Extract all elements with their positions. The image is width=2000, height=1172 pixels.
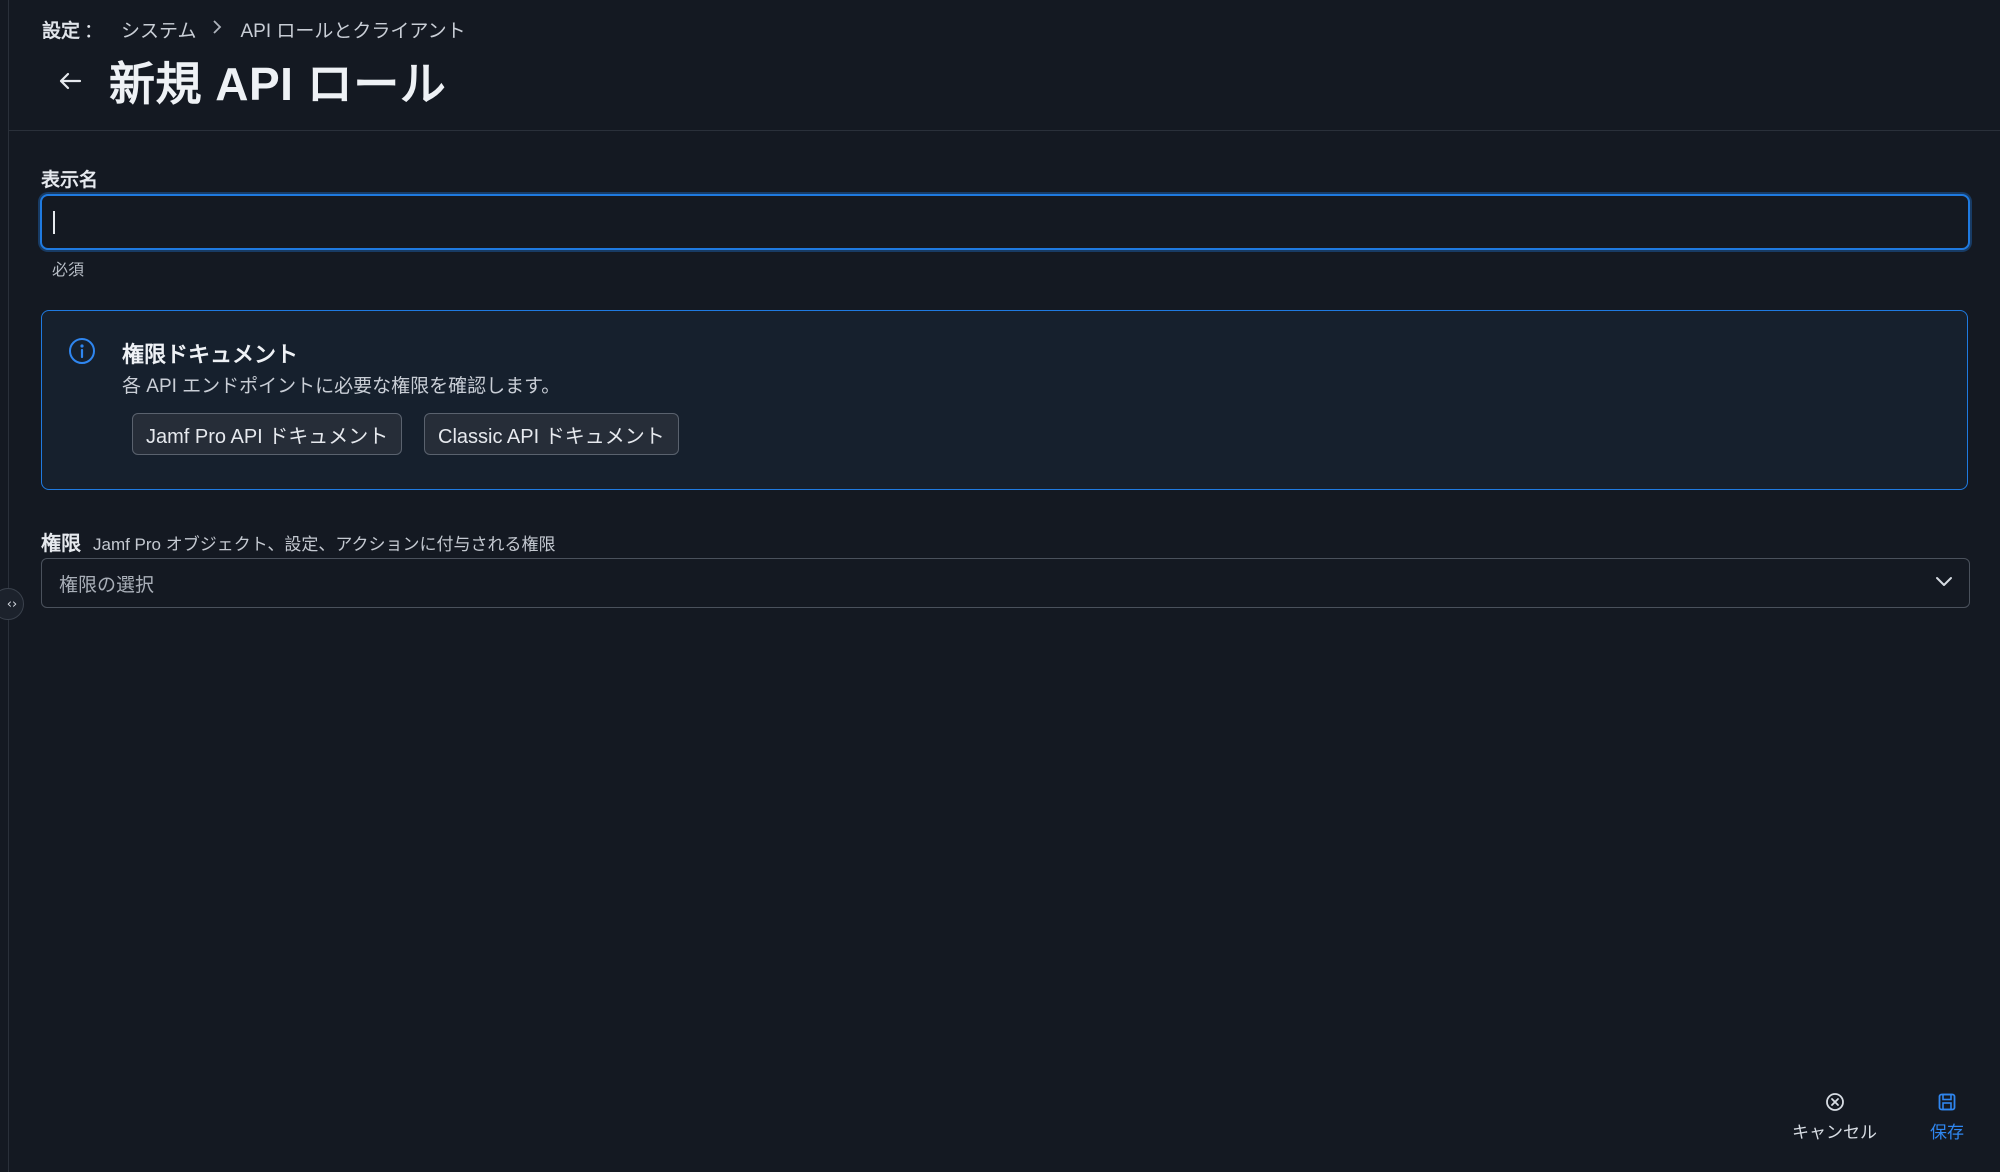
display-name-input[interactable] xyxy=(40,194,1970,250)
breadcrumb-colon: ： xyxy=(84,21,104,42)
title-row: 新規 API ロール xyxy=(55,48,446,114)
save-disk-icon xyxy=(1938,1093,1956,1111)
classic-api-docs-button[interactable]: Classic API ドキュメント xyxy=(424,413,679,455)
jamf-pro-api-docs-button[interactable]: Jamf Pro API ドキュメント xyxy=(132,413,403,455)
save-button[interactable]: 保存 xyxy=(1930,1092,1964,1143)
footer-actions: キャンセル 保存 xyxy=(1780,1092,2000,1152)
required-helper-text: 必須 xyxy=(52,262,85,279)
breadcrumb-item-system[interactable]: システム xyxy=(121,16,196,43)
permissions-docs-callout: 権限ドキュメント 各 API エンドポイントに必要な権限を確認します。 Jamf… xyxy=(41,310,1968,490)
chevron-down-icon xyxy=(1935,574,1953,592)
info-icon xyxy=(68,337,96,365)
collapse-expand-icon[interactable]: ‹› xyxy=(0,588,24,620)
back-arrow-icon[interactable] xyxy=(55,66,85,96)
permissions-select[interactable]: 権限の選択 xyxy=(41,558,1970,608)
breadcrumb-item-api-roles[interactable]: API ロールとクライアント xyxy=(240,16,465,43)
cancel-circle-icon xyxy=(1825,1093,1844,1111)
page-title: 新規 API ロール xyxy=(109,58,447,110)
permissions-placeholder: 権限の選択 xyxy=(59,574,155,596)
save-label: 保存 xyxy=(1930,1123,1964,1142)
callout-title: 権限ドキュメント xyxy=(122,342,299,367)
cancel-label: キャンセル xyxy=(1792,1123,1877,1142)
page-header: 設定 ： システム API ロールとクライアント 新規 API ロール xyxy=(9,0,2000,131)
permissions-label-row: 権限 Jamf Pro オブジェクト、設定、アクションに付与される権限 xyxy=(41,527,556,556)
left-rail: ‹› xyxy=(0,0,24,1172)
breadcrumb-root[interactable]: 設定 xyxy=(42,16,80,43)
text-caret xyxy=(53,211,55,234)
display-name-label: 表示名 xyxy=(41,170,99,191)
chevron-right-icon xyxy=(212,19,222,40)
permissions-label: 権限 xyxy=(41,533,81,555)
cancel-button[interactable]: キャンセル xyxy=(1792,1092,1877,1143)
permissions-hint: Jamf Pro オブジェクト、設定、アクションに付与される権限 xyxy=(93,535,556,554)
callout-description: 各 API エンドポイントに必要な権限を確認します。 xyxy=(122,376,561,397)
breadcrumb: 設定 ： システム API ロールとクライアント xyxy=(42,16,466,43)
